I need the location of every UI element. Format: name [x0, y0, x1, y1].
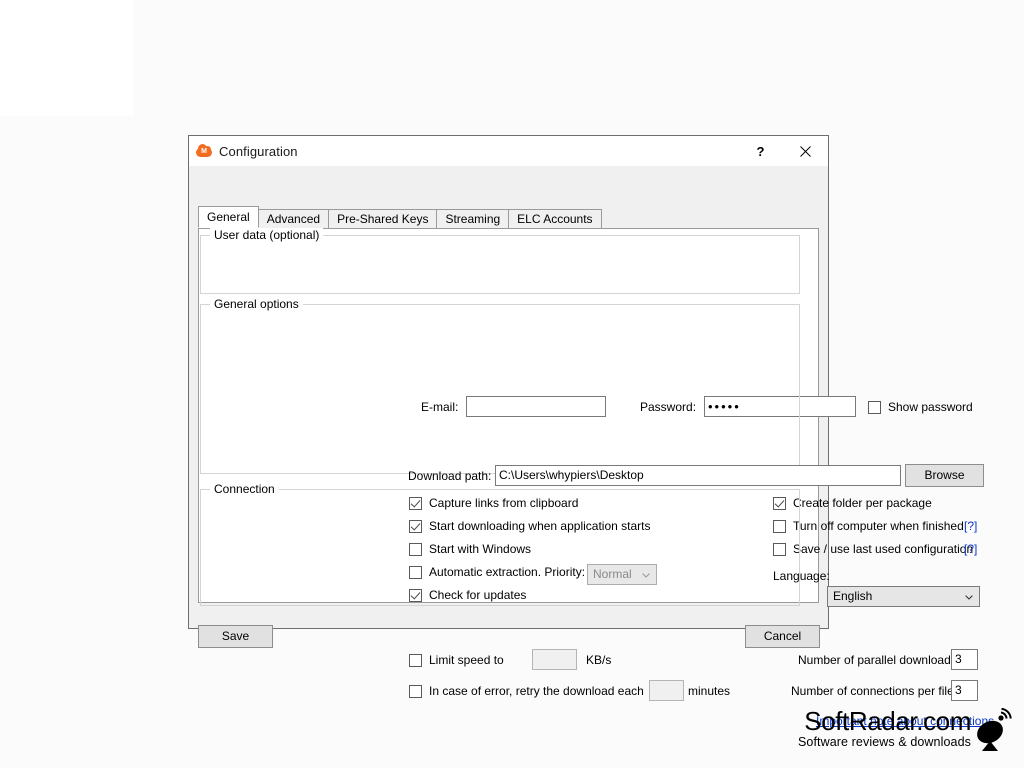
tab-advanced[interactable]: Advanced: [257, 209, 330, 228]
title-bar-buttons: ?: [738, 136, 828, 166]
retry-download-label: In case of error, retry the download eac…: [429, 684, 644, 698]
title-bar: M Configuration ?: [189, 136, 828, 166]
limit-speed-checkbox-box: [409, 653, 422, 667]
watermark-tagline: Software reviews & downloads: [797, 735, 971, 749]
retry-unit-label: minutes: [688, 684, 731, 698]
show-password-label: Show password: [888, 400, 973, 414]
language-dropdown[interactable]: English: [827, 586, 980, 607]
speed-unit-label: KB/s: [586, 653, 612, 667]
limit-speed-label: Limit speed to: [429, 653, 504, 667]
tab-elc-accounts[interactable]: ELC Accounts: [508, 209, 602, 228]
cancel-button[interactable]: Cancel: [745, 625, 820, 648]
background-white-block: [0, 0, 133, 116]
watermark: SoftRadar.com Software reviews & downloa…: [798, 707, 1012, 752]
download-path-label: Download path:: [408, 469, 492, 483]
turn-off-computer-checkbox[interactable]: Turn off computer when finished: [773, 519, 964, 533]
save-button[interactable]: Save: [198, 625, 273, 648]
chevron-down-icon: [965, 594, 973, 600]
watermark-brand: SoftRadar.com: [804, 706, 971, 736]
limit-speed-checkbox[interactable]: Limit speed to: [409, 653, 504, 667]
retry-download-checkbox[interactable]: In case of error, retry the download eac…: [409, 684, 644, 698]
help-button[interactable]: ?: [738, 136, 783, 166]
show-password-checkbox-box: [868, 400, 881, 414]
watermark-text: SoftRadar.com Software reviews & downloa…: [798, 707, 971, 750]
group-connection-title: Connection: [210, 482, 279, 496]
group-general-options-title: General options: [210, 297, 303, 311]
save-last-config-label: Save / use last used configuration: [793, 542, 974, 556]
group-user-data-title: User data (optional): [210, 228, 324, 242]
window-title: Configuration: [219, 143, 298, 159]
limit-speed-field[interactable]: [532, 649, 577, 670]
download-path-field[interactable]: C:\Users\whypiers\Desktop: [495, 465, 901, 486]
group-connection: Connection: [200, 482, 800, 606]
tab-general[interactable]: General: [198, 206, 259, 228]
tab-pre-shared-keys[interactable]: Pre-Shared Keys: [328, 209, 438, 228]
connections-per-file-field[interactable]: 3: [951, 680, 978, 701]
browse-button[interactable]: Browse: [905, 464, 984, 487]
turn-off-computer-help-link[interactable]: [?]: [964, 519, 977, 533]
create-folder-label: Create folder per package: [793, 496, 932, 510]
tab-strip: General Advanced Pre-Shared Keys Streami…: [198, 206, 819, 228]
language-value: English: [833, 589, 873, 603]
retry-download-checkbox-box: [409, 684, 422, 698]
group-general-options: General options: [200, 297, 800, 474]
close-icon[interactable]: [783, 136, 828, 166]
configuration-dialog: M Configuration ? General Advanced Pre-S…: [188, 135, 994, 728]
satellite-dish-icon: [976, 708, 1012, 752]
retry-minutes-field[interactable]: [649, 680, 684, 701]
parallel-downloads-label: Number of parallel downloads:: [798, 653, 961, 667]
parallel-downloads-field[interactable]: 3: [951, 649, 978, 670]
dialog-client-area: General Advanced Pre-Shared Keys Streami…: [189, 166, 994, 728]
cloud-icon: M: [196, 143, 212, 159]
save-last-config-checkbox[interactable]: Save / use last used configuration: [773, 542, 973, 556]
save-last-config-help-link[interactable]: [?]: [964, 542, 977, 556]
tab-streaming[interactable]: Streaming: [436, 209, 510, 228]
connections-per-file-label: Number of connections per file:: [791, 684, 958, 698]
show-password-checkbox[interactable]: Show password: [868, 400, 973, 414]
turn-off-computer-label: Turn off computer when finished: [793, 519, 964, 533]
group-user-data: User data (optional): [200, 228, 800, 294]
